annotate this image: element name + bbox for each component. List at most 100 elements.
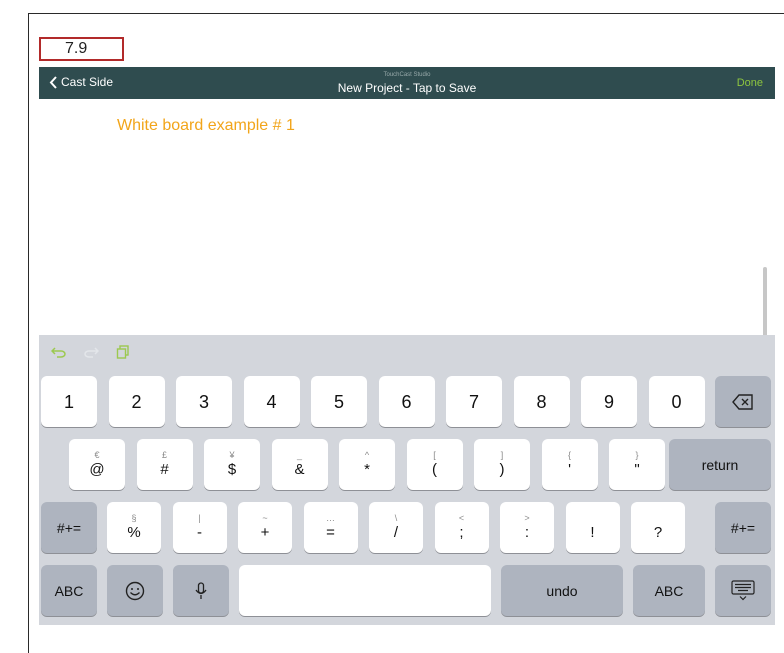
key-symbol[interactable]: [( bbox=[406, 439, 463, 490]
key-symbol[interactable]: | - bbox=[172, 502, 227, 553]
key-symbol[interactable]: ¥ $ bbox=[204, 439, 260, 490]
key-alt-label: ] bbox=[500, 449, 504, 460]
key-alt-label: _ bbox=[296, 449, 302, 460]
key-7[interactable]: 7 bbox=[446, 376, 502, 427]
key-label: #+= bbox=[56, 519, 82, 536]
key-alt-label: § bbox=[131, 512, 137, 523]
key-label: 7 bbox=[468, 391, 479, 412]
key-label: 3 bbox=[198, 391, 209, 412]
key-symbol[interactable]: ^ * bbox=[339, 439, 395, 490]
key-0[interactable]: 0 bbox=[648, 376, 705, 427]
app-window: Cast Side TouchCast Studio New Project -… bbox=[39, 67, 775, 625]
key-symbol[interactable]: ? bbox=[631, 502, 685, 553]
key-symbol[interactable]: _ & bbox=[271, 439, 328, 490]
key-label: - bbox=[197, 523, 202, 541]
key-label: / bbox=[393, 523, 399, 541]
whiteboard-text[interactable]: White board example # 1 bbox=[117, 117, 295, 135]
key-3[interactable]: 3 bbox=[176, 376, 232, 427]
key-alt-label: £ bbox=[161, 449, 167, 460]
key-symbol[interactable]: } " bbox=[609, 439, 665, 490]
abc-key[interactable]: ABC bbox=[633, 565, 705, 616]
key-label: 5 bbox=[333, 391, 344, 412]
abc-key[interactable]: ABC bbox=[41, 565, 97, 616]
key-symbol[interactable]: {' bbox=[541, 439, 598, 490]
key-label: $ bbox=[227, 460, 237, 478]
backspace-icon bbox=[732, 393, 753, 410]
key-symbol[interactable]: §% bbox=[107, 502, 161, 553]
symbols-toggle-key[interactable]: #+= bbox=[41, 502, 97, 553]
keyboard: 1 2 3 4 5 6 7 8 9 0 € @ £ # ¥ $ _ & ^ *[(]){'} " return #+= §% |… bbox=[39, 335, 775, 625]
key-symbol[interactable]: £ # bbox=[136, 439, 193, 490]
key-label: ( bbox=[432, 460, 437, 478]
space-key[interactable] bbox=[239, 565, 491, 616]
app-subtitle: TouchCast Studio bbox=[383, 72, 431, 78]
key-symbol[interactable]: ! bbox=[565, 502, 620, 553]
dictation-key[interactable] bbox=[173, 565, 229, 616]
step-number-badge: 7.9 bbox=[39, 37, 124, 61]
emoji-key[interactable] bbox=[107, 565, 163, 616]
redo-icon[interactable] bbox=[83, 345, 99, 359]
key-4[interactable]: 4 bbox=[243, 376, 300, 427]
key-symbol[interactable]: € @ bbox=[69, 439, 125, 490]
navigation-bar: Cast Side TouchCast Studio New Project -… bbox=[39, 67, 775, 99]
key-label: 1 bbox=[63, 391, 74, 412]
undo-key[interactable]: undo bbox=[501, 565, 623, 616]
key-label: : bbox=[524, 523, 530, 541]
key-alt-label: \ bbox=[394, 512, 398, 523]
key-label: # bbox=[160, 460, 169, 478]
key-label: 2 bbox=[131, 391, 142, 412]
undo-icon[interactable] bbox=[51, 345, 67, 359]
key-label: = bbox=[326, 523, 335, 541]
key-label: 6 bbox=[401, 391, 412, 412]
hide-keyboard-key[interactable] bbox=[715, 565, 771, 616]
done-button[interactable]: Done bbox=[737, 77, 763, 89]
key-symbol[interactable]: … = bbox=[303, 502, 358, 553]
key-9[interactable]: 9 bbox=[581, 376, 637, 427]
key-alt-label: { bbox=[567, 449, 571, 460]
key-label: #+= bbox=[730, 519, 756, 536]
project-title[interactable]: New Project - Tap to Save bbox=[39, 81, 775, 95]
key-label: ! bbox=[590, 523, 595, 541]
key-label: undo bbox=[546, 582, 578, 599]
key-label: + bbox=[260, 523, 270, 541]
key-alt-label: [ bbox=[433, 449, 436, 460]
key-label: 8 bbox=[536, 391, 547, 412]
key-label: % bbox=[127, 523, 141, 541]
symbols-toggle-key[interactable]: #+= bbox=[715, 502, 771, 553]
key-alt-label: … bbox=[326, 512, 335, 523]
key-label: * bbox=[364, 460, 370, 478]
key-label: return bbox=[701, 456, 739, 473]
key-alt-label: > bbox=[524, 512, 530, 523]
key-1[interactable]: 1 bbox=[41, 376, 97, 427]
key-label: 0 bbox=[671, 391, 682, 412]
key-symbol[interactable]: >: bbox=[500, 502, 554, 553]
key-symbol[interactable]: ~ + bbox=[238, 502, 292, 553]
key-symbol[interactable]: <; bbox=[434, 502, 489, 553]
delete-key[interactable] bbox=[715, 376, 771, 427]
key-5[interactable]: 5 bbox=[311, 376, 367, 427]
key-2[interactable]: 2 bbox=[108, 376, 165, 427]
key-label: & bbox=[294, 460, 305, 478]
key-label: 9 bbox=[603, 391, 614, 412]
key-label: ? bbox=[653, 523, 663, 541]
key-label: ABC bbox=[654, 582, 684, 599]
key-6[interactable]: 6 bbox=[378, 376, 435, 427]
return-key[interactable]: return bbox=[669, 439, 771, 490]
key-alt-label: ¥ bbox=[229, 449, 235, 460]
keyboard-dismiss-icon bbox=[731, 579, 755, 600]
key-alt-label: ~ bbox=[262, 512, 268, 523]
key-alt-label: | bbox=[198, 512, 201, 523]
microphone-icon bbox=[195, 581, 207, 599]
key-symbol[interactable]: \ / bbox=[369, 502, 423, 553]
key-label: ; bbox=[459, 523, 464, 541]
emoji-icon bbox=[125, 581, 145, 600]
key-alt-label: € bbox=[94, 449, 100, 460]
key-label: ABC bbox=[54, 582, 84, 599]
key-symbol[interactable]: ]) bbox=[474, 439, 530, 490]
key-alt-label: < bbox=[458, 512, 465, 523]
key-label: " bbox=[634, 460, 640, 478]
key-label: ' bbox=[568, 460, 571, 478]
key-8[interactable]: 8 bbox=[513, 376, 570, 427]
paste-icon[interactable] bbox=[115, 345, 131, 359]
whiteboard-canvas[interactable]: White board example # 1 bbox=[39, 99, 775, 367]
